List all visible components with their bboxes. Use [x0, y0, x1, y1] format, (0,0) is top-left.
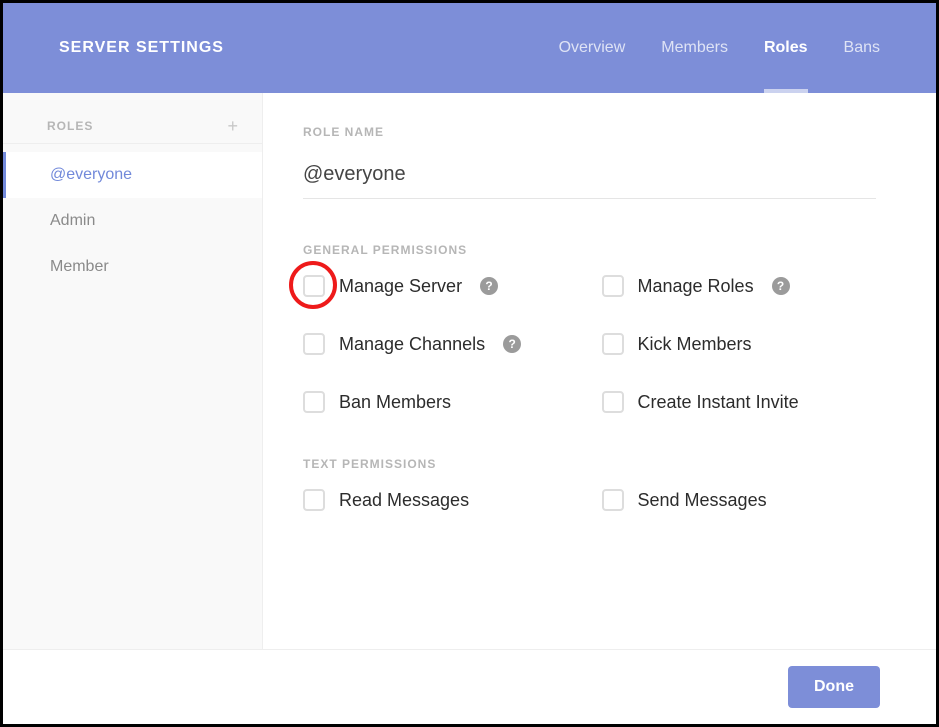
sidebar-heading-row: ROLES +: [3, 117, 262, 144]
role-list: @everyoneAdminMember: [3, 152, 262, 290]
permission-label: Manage Roles: [638, 276, 754, 297]
help-icon[interactable]: ?: [480, 277, 498, 295]
sidebar-role-item[interactable]: @everyone: [3, 152, 262, 198]
permission-checkbox[interactable]: [602, 489, 624, 511]
permission-row: Manage Channels?: [303, 333, 578, 355]
text-permissions-grid: Read Messages Send Messages: [303, 489, 876, 511]
general-permissions-heading: GENERAL PERMISSIONS: [303, 243, 876, 257]
sidebar-role-item[interactable]: Member: [3, 244, 262, 290]
permission-row: Read Messages: [303, 489, 578, 511]
permission-checkbox[interactable]: [303, 333, 325, 355]
permission-checkbox[interactable]: [303, 391, 325, 413]
done-button[interactable]: Done: [788, 666, 880, 708]
general-permissions-grid: Manage Server?Manage Roles?Manage Channe…: [303, 275, 876, 413]
permission-checkbox[interactable]: [303, 489, 325, 511]
tab-roles[interactable]: Roles: [764, 3, 808, 93]
permission-checkbox[interactable]: [602, 333, 624, 355]
tab-members[interactable]: Members: [661, 3, 728, 93]
help-icon[interactable]: ?: [503, 335, 521, 353]
footer: Done: [3, 649, 936, 724]
page-title: SERVER SETTINGS: [59, 39, 224, 57]
permission-label: Kick Members: [638, 334, 752, 355]
header-tabs: Overview Members Roles Bans: [559, 3, 880, 93]
permission-label: Ban Members: [339, 392, 451, 413]
role-name-label: ROLE NAME: [303, 125, 876, 139]
permission-checkbox[interactable]: [303, 275, 325, 297]
permission-row: Kick Members: [602, 333, 877, 355]
permission-checkbox[interactable]: [602, 391, 624, 413]
help-icon[interactable]: ?: [772, 277, 790, 295]
tab-overview[interactable]: Overview: [559, 3, 626, 93]
tab-bans[interactable]: Bans: [844, 3, 880, 93]
permission-label: Manage Channels: [339, 334, 485, 355]
sidebar-heading: ROLES: [47, 119, 93, 133]
text-permissions-heading: TEXT PERMISSIONS: [303, 457, 876, 471]
permission-row: Send Messages: [602, 489, 877, 511]
sidebar-role-item[interactable]: Admin: [3, 198, 262, 244]
body: ROLES + @everyoneAdminMember ROLE NAME G…: [3, 93, 936, 649]
header-bar: SERVER SETTINGS Overview Members Roles Bans: [3, 3, 936, 93]
add-role-icon[interactable]: +: [227, 117, 238, 135]
main-panel: ROLE NAME GENERAL PERMISSIONS Manage Ser…: [263, 93, 936, 649]
permission-checkbox[interactable]: [602, 275, 624, 297]
permission-label: Send Messages: [638, 490, 767, 511]
role-name-input[interactable]: [303, 157, 876, 199]
permission-label: Manage Server: [339, 276, 462, 297]
sidebar: ROLES + @everyoneAdminMember: [3, 93, 263, 649]
permission-row: Manage Server?: [303, 275, 578, 297]
permission-row: Manage Roles?: [602, 275, 877, 297]
permission-row: Create Instant Invite: [602, 391, 877, 413]
permission-label: Read Messages: [339, 490, 469, 511]
permission-row: Ban Members: [303, 391, 578, 413]
permission-label: Create Instant Invite: [638, 392, 799, 413]
